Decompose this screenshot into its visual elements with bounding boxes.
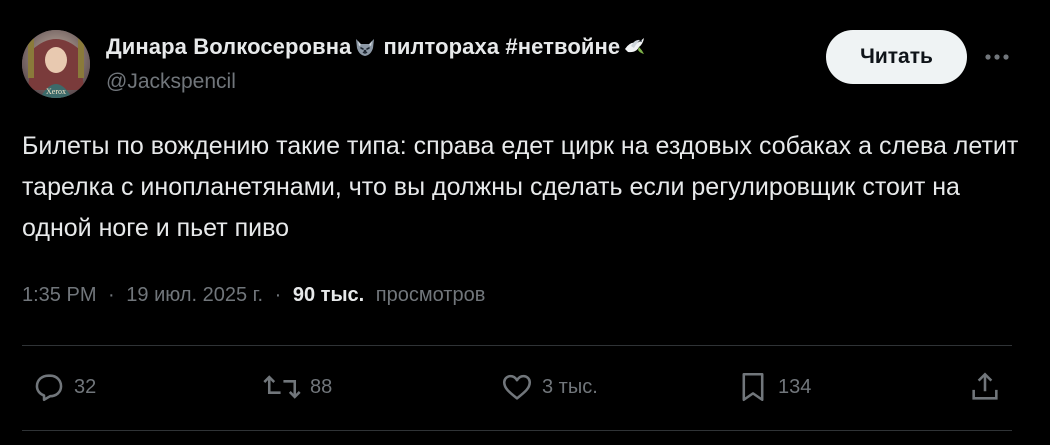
bottom-divider [22, 430, 1012, 431]
bookmark-button[interactable]: 134 [736, 366, 811, 408]
like-count: 3 тыс. [542, 375, 598, 398]
tweet-time[interactable]: 1:35 PM [22, 284, 96, 306]
meta-separator: · [108, 284, 115, 306]
tweet-date[interactable]: 19 июл. 2025 г. [126, 284, 263, 306]
repost-button[interactable]: 88 [262, 366, 332, 408]
author-name-suffix[interactable]: пилтораха #нетвойне [383, 34, 620, 60]
views-count[interactable]: 90 тыс. [293, 284, 364, 306]
repost-icon [263, 375, 301, 399]
share-button[interactable] [968, 366, 1002, 408]
bookmark-count: 134 [778, 375, 812, 398]
reply-button[interactable]: 32 [32, 366, 96, 408]
avatar[interactable]: Xerox [22, 30, 90, 98]
tweet-text: Билеты по вождению такие типа: справа ед… [22, 132, 1019, 242]
avatar-caption: Xerox [46, 87, 66, 96]
reply-count: 32 [74, 375, 97, 398]
bookmark-icon [742, 372, 764, 402]
dove-emoji-icon [622, 35, 646, 59]
like-icon [502, 374, 532, 400]
tweet: Xerox Динара Волкосеровна пилтораха #нет… [0, 0, 1050, 445]
tweet-meta: 1:35 PM · 19 июл. 2025 г. · 90 тыс. прос… [22, 284, 485, 307]
author-name-row[interactable]: Динара Волкосеровна пилтораха #нетвойне [106, 34, 648, 60]
divider [22, 345, 1012, 346]
author-display-name[interactable]: Динара Волкосеровна [106, 34, 351, 60]
follow-button[interactable]: Читать [826, 30, 967, 84]
meta-separator: · [274, 284, 282, 306]
more-icon[interactable] [982, 44, 1012, 70]
reply-icon [35, 374, 63, 402]
share-icon [972, 372, 998, 400]
wolf-emoji-icon [353, 35, 377, 59]
repost-count: 88 [310, 375, 333, 398]
author-handle[interactable]: @Jackspencil [106, 70, 236, 94]
views-label: просмотров [375, 284, 486, 306]
like-button[interactable]: 3 тыс. [500, 366, 598, 408]
